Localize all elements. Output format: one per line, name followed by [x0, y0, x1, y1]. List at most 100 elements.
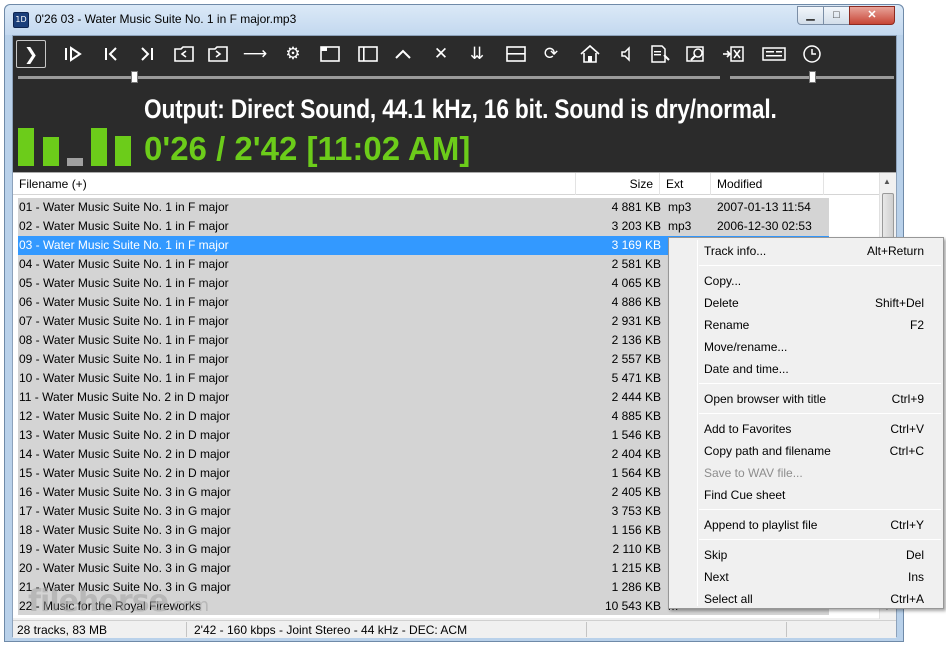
title-bar[interactable]: 1D 0'26 03 - Water Music Suite No. 1 in …	[5, 5, 903, 35]
menu-item-label: Delete	[704, 296, 739, 310]
context-menu: Track info... Alt+Return Copy... Delete Shif…	[668, 237, 944, 609]
row-filename: 05 - Water Music Suite No. 1 in F major	[19, 276, 229, 290]
menu-item-label: Append to playlist file	[704, 518, 818, 532]
row-size: 4 885 KB	[611, 409, 661, 423]
minimize-button[interactable]: ▁	[797, 6, 824, 25]
row-size: 3 753 KB	[611, 504, 661, 518]
window-title: 0'26 03 - Water Music Suite No. 1 in F m…	[35, 12, 297, 26]
menu-item[interactable]: Next Ins	[671, 566, 941, 588]
volume-slider[interactable]	[730, 71, 894, 83]
menu-item[interactable]: Delete Shift+Del	[671, 292, 941, 314]
column-modified[interactable]: Modified	[711, 173, 824, 195]
home-button[interactable]	[574, 40, 604, 68]
arrow-right-icon: ⟶	[242, 44, 268, 64]
skip-previous-button[interactable]	[96, 40, 126, 68]
play-pause-button[interactable]	[58, 40, 88, 68]
menu-item-label: Track info...	[704, 244, 767, 258]
close-button[interactable]: ✕	[426, 40, 456, 68]
menu-item[interactable]: Select all Ctrl+A	[671, 588, 941, 610]
menu-item-label: Add to Favorites	[704, 422, 792, 436]
status-bar: 28 tracks, 83 MB 2'42 - 160 kbps - Joint…	[13, 620, 896, 638]
row-size: 1 286 KB	[611, 580, 661, 594]
row-size: 2 581 KB	[611, 257, 661, 271]
row-filename: 07 - Water Music Suite No. 1 in F major	[19, 314, 229, 328]
menu-item[interactable]: Date and time...	[671, 358, 941, 380]
row-size: 4 065 KB	[611, 276, 661, 290]
app-logo-icon: 1D	[13, 12, 29, 28]
row-size: 3 203 KB	[611, 219, 661, 233]
menu-item[interactable]: Track info... Alt+Return	[671, 240, 941, 262]
document-edit-button[interactable]	[644, 40, 674, 68]
column-filename[interactable]: Filename (+)	[13, 173, 576, 195]
status-tracks: 28 tracks, 83 MB	[17, 623, 108, 637]
menu-item-label: Rename	[704, 318, 750, 332]
delete-mark-button[interactable]	[716, 40, 746, 68]
row-filename: 11 - Water Music Suite No. 2 in D major	[19, 390, 230, 404]
seek-thumb[interactable]	[131, 71, 138, 83]
menu-item-shortcut: Shift+Del	[874, 296, 924, 310]
menu-item-shortcut: Ctrl+V	[890, 422, 924, 436]
row-filename: 21 - Water Music Suite No. 3 in G major	[19, 580, 231, 594]
menu-item[interactable]: Copy path and filename Ctrl+C	[671, 440, 941, 462]
close-button[interactable]: ✕	[849, 6, 895, 25]
row-size: 1 564 KB	[611, 466, 661, 480]
menu-item-label: Save to WAV file...	[704, 466, 803, 480]
status-info: 2'42 - 160 kbps - Joint Stereo - 44 kHz …	[194, 623, 468, 637]
row-filename: 19 - Water Music Suite No. 3 in G major	[19, 542, 231, 556]
scroll-thumb[interactable]	[882, 193, 894, 241]
time-display: 0'26 / 2'42 [11:02 AM]	[144, 130, 471, 167]
menu-item[interactable]: Skip Del	[671, 544, 941, 566]
output-info-text: Output: Direct Sound, 44.1 kHz, 16 bit. …	[144, 94, 777, 124]
row-filename: 13 - Water Music Suite No. 2 in D major	[19, 428, 230, 442]
row-filename: 18 - Water Music Suite No. 3 in G major	[19, 523, 231, 537]
split-view-button[interactable]	[500, 40, 530, 68]
menu-item[interactable]: Copy...	[671, 270, 941, 292]
table-row[interactable]: 02 - Water Music Suite No. 1 in F major 3…	[18, 217, 829, 236]
zoom-button[interactable]	[680, 40, 710, 68]
menu-item[interactable]: Find Cue sheet	[671, 484, 941, 506]
arrow-right-button[interactable]: ⟶	[240, 40, 270, 68]
repeat-button[interactable]: ⟳	[536, 40, 566, 68]
level-bar	[91, 128, 107, 166]
row-size: 4 886 KB	[611, 295, 661, 309]
column-ext[interactable]: Ext	[660, 173, 711, 195]
maximize-button[interactable]: □	[823, 6, 850, 25]
menu-item-shortcut: Del	[905, 548, 924, 562]
folder-back-button[interactable]	[168, 40, 198, 68]
chevron-up-button[interactable]	[388, 40, 418, 68]
volume-thumb[interactable]	[809, 71, 816, 83]
gear-button[interactable]: ⚙	[278, 40, 308, 68]
row-size: 2 136 KB	[611, 333, 661, 347]
sort-arrows-button[interactable]: ⇊	[462, 40, 492, 68]
row-modified: 2007-01-13 11:54	[717, 200, 811, 214]
row-filename: 04 - Water Music Suite No. 1 in F major	[19, 257, 229, 271]
menu-item-shortcut: Ctrl+A	[890, 592, 924, 606]
level-bar	[18, 128, 34, 166]
menu-item-label: Find Cue sheet	[704, 488, 786, 502]
skip-next-button[interactable]	[132, 40, 162, 68]
menu-item-label: Open browser with title	[704, 392, 827, 406]
sidebar-button[interactable]	[352, 40, 382, 68]
clock-button[interactable]	[796, 40, 826, 68]
row-size: 2 405 KB	[611, 485, 661, 499]
row-size: 1 546 KB	[611, 428, 661, 442]
menu-item[interactable]: Add to Favorites Ctrl+V	[671, 418, 941, 440]
row-filename: 10 - Water Music Suite No. 1 in F major	[19, 371, 229, 385]
window-button[interactable]	[314, 40, 344, 68]
column-size[interactable]: Size	[576, 173, 660, 195]
menu-item[interactable]: Move/rename...	[671, 336, 941, 358]
keyboard-button[interactable]	[756, 40, 786, 68]
chevron-right-button[interactable]: ❯	[16, 40, 46, 68]
table-row[interactable]: 01 - Water Music Suite No. 1 in F major 4…	[18, 198, 829, 217]
menu-item: Save to WAV file...	[671, 462, 941, 484]
speaker-button[interactable]	[612, 40, 642, 68]
menu-item[interactable]: Rename F2	[671, 314, 941, 336]
menu-item-shortcut: Ctrl+Y	[890, 518, 924, 532]
seek-slider[interactable]	[18, 71, 720, 83]
menu-item[interactable]: Append to playlist file Ctrl+Y	[671, 514, 941, 536]
scroll-up-icon[interactable]: ▲	[883, 177, 891, 186]
menu-item[interactable]: Open browser with title Ctrl+9	[671, 388, 941, 410]
menu-item-label: Copy path and filename	[704, 444, 831, 458]
row-size: 2 931 KB	[611, 314, 661, 328]
folder-forward-button[interactable]	[202, 40, 232, 68]
